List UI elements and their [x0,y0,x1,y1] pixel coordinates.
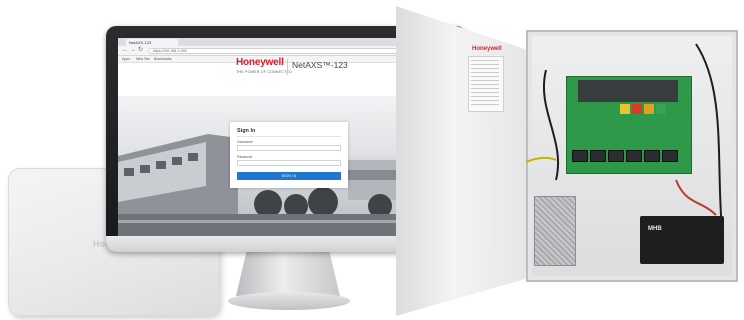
status-led-yellow [620,104,630,114]
brand-divider [287,59,288,75]
door-label-text-lines [471,60,499,106]
signin-button[interactable]: SIGN IN [237,172,341,180]
cabinet-door [396,6,526,316]
brand-logo: Honeywell [236,57,284,68]
monitor-stand-base [228,292,350,310]
password-field[interactable] [237,160,341,166]
controller-module [578,80,678,102]
backup-battery [640,216,724,264]
username-field[interactable] [237,145,341,151]
terminal-block [662,150,678,162]
terminal-block [590,150,606,162]
terminal-block [626,150,642,162]
product-name: NetAXS™-123 [292,60,348,70]
terminal-block [572,150,588,162]
username-label: Username [237,140,253,144]
monitor-stand-neck [236,252,340,296]
terminal-block [644,150,660,162]
password-label: Password [237,155,252,159]
battery-label: MHB [648,226,662,232]
status-led-amber [644,104,654,114]
bookmark-new-tab[interactable]: New Tab [136,56,150,62]
browser-tab[interactable]: NetAXS-123 [126,39,178,46]
door-brand-logo: Honeywell [472,46,502,52]
bookmark-apps[interactable]: Apps [122,56,130,62]
back-icon[interactable]: ← [122,47,128,54]
status-led-red [632,104,642,114]
status-led-green [656,104,666,114]
power-supply [534,196,576,266]
brand-tagline: THE POWER OF CONNECTED [236,70,292,74]
terminal-block [608,150,624,162]
forward-icon[interactable]: → [130,47,136,54]
signin-divider [237,136,341,137]
bookmark-bookmarks[interactable]: Bookmarks [154,56,172,62]
reload-icon[interactable]: ↻ [138,47,143,54]
address-bar[interactable]: https://192.168.1.150/ [148,48,418,54]
signin-card: Sign In Username Password SIGN IN [230,122,348,188]
signin-title: Sign In [237,128,256,134]
